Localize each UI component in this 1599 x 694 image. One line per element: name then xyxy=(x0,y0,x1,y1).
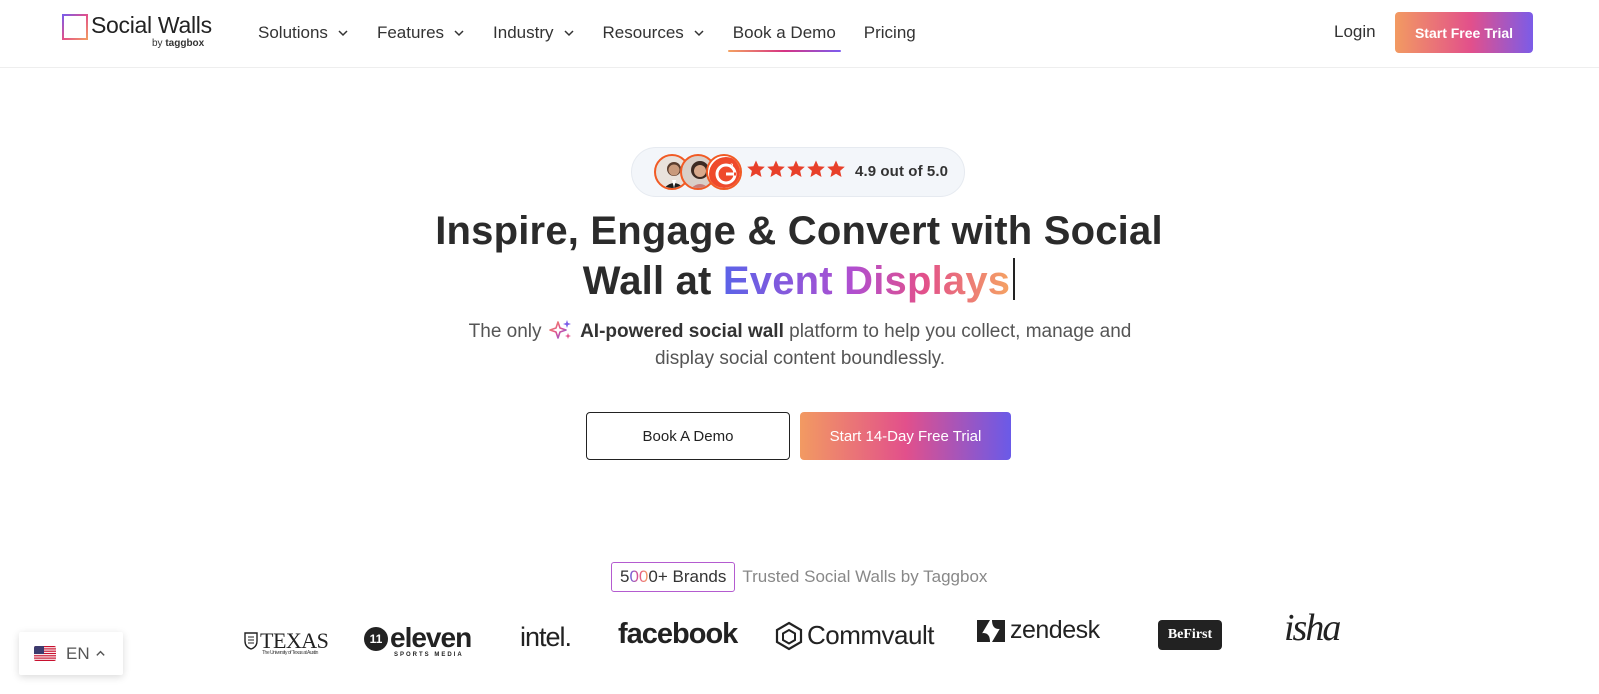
brand-logos-row: TEXAS The University of Texas at Austin … xyxy=(0,606,1599,662)
hero-sub-bold: AI-powered social wall xyxy=(580,321,784,342)
us-flag-icon xyxy=(34,646,56,661)
star-icon xyxy=(827,160,845,177)
hero-subtitle: The only AI-powered social wall platform… xyxy=(450,318,1150,372)
rating-badge: 2 4.9 out of 5.0 xyxy=(631,147,965,197)
nav-pricing[interactable]: Pricing xyxy=(864,0,916,66)
social-walls-logo[interactable]: Social Walls by taggbox xyxy=(62,12,222,52)
intel-logo: intel. xyxy=(520,622,572,652)
chevron-down-icon xyxy=(563,30,574,37)
eleven-mark: 11 xyxy=(364,627,388,651)
zendesk-mark-icon xyxy=(977,619,1005,642)
nav-industry[interactable]: Industry xyxy=(493,0,574,66)
star-rating xyxy=(746,159,846,179)
top-navigation: Social Walls by taggbox Solutions Featur… xyxy=(0,0,1599,68)
logo-mark-icon xyxy=(62,14,88,40)
start-free-trial-button[interactable]: Start Free Trial xyxy=(1395,12,1533,53)
chevron-up-icon xyxy=(95,650,105,656)
language-code: EN xyxy=(66,643,90,663)
befirst-logo: BeFirst xyxy=(1158,620,1222,650)
nav-features[interactable]: Features xyxy=(377,0,465,66)
nav-features-label: Features xyxy=(376,23,445,42)
g2-badge: 2 xyxy=(706,154,742,190)
hero-sub-pre: The only xyxy=(468,321,542,342)
nav-solutions[interactable]: Solutions xyxy=(258,0,349,66)
logo-parent: taggbox xyxy=(165,38,205,49)
commvault-hex-icon xyxy=(775,621,803,650)
ai-sparkle-icon xyxy=(548,320,571,339)
login-link[interactable]: Login xyxy=(1334,22,1376,42)
chevron-down-icon xyxy=(338,30,348,37)
brand-count-rest: 0+ Brands xyxy=(648,567,727,586)
nav-links: Solutions Features Industry Resources Bo… xyxy=(258,0,944,66)
eleven-logo-sub: SPORTS MEDIA xyxy=(394,652,464,658)
g2-logo-icon: 2 xyxy=(709,157,740,188)
star-icon xyxy=(747,160,765,177)
star-icon xyxy=(807,160,825,177)
hero-title-highlight: Event Displays xyxy=(722,259,1011,303)
typing-cursor xyxy=(1013,258,1016,300)
texas-logo: TEXAS The University of Texas at Austin xyxy=(244,628,329,656)
rating-score: 4.9 out of 5.0 xyxy=(855,163,949,180)
language-switcher[interactable]: EN xyxy=(19,632,123,675)
logo-byline: by taggbox xyxy=(152,38,204,49)
brand-count-badge: 5000+ Brands xyxy=(611,562,736,592)
zendesk-logo-text: zendesk xyxy=(1010,616,1100,644)
star-icon xyxy=(787,160,805,177)
hero-title: Inspire, Engage & Convert with Social Wa… xyxy=(399,206,1199,306)
texas-logo-sub: The University of Texas at Austin xyxy=(262,650,318,656)
book-a-demo-button[interactable]: Book A Demo xyxy=(586,412,790,460)
commvault-logo: Commvault xyxy=(775,620,934,651)
nav-industry-label: Industry xyxy=(493,23,554,42)
zendesk-logo: zendesk xyxy=(976,616,1100,645)
star-icon xyxy=(767,160,785,177)
commvault-logo-text: Commvault xyxy=(807,620,934,650)
nav-book-demo-label: Book a Demo xyxy=(732,23,836,42)
trusted-brands: 5000+ Brands Trusted Social Walls by Tag… xyxy=(611,561,987,593)
logo-name: Social Walls xyxy=(91,12,212,38)
shield-icon xyxy=(244,632,258,650)
nav-solutions-label: Solutions xyxy=(258,23,328,42)
logo-by: by xyxy=(152,38,163,49)
start-14-day-trial-button[interactable]: Start 14-Day Free Trial xyxy=(800,412,1011,460)
nav-book-demo[interactable]: Book a Demo xyxy=(727,0,841,66)
isha-logo: isha xyxy=(1284,607,1341,649)
chevron-down-icon xyxy=(694,30,704,37)
brand-count-highlight: 00 xyxy=(629,567,649,586)
nav-resources-label: Resources xyxy=(602,23,684,42)
chevron-down-icon xyxy=(454,30,464,37)
nav-pricing-label: Pricing xyxy=(863,23,916,42)
trusted-text: Trusted Social Walls by Taggbox xyxy=(742,567,988,586)
eleven-logo-text: eleven xyxy=(390,622,472,653)
nav-resources[interactable]: Resources xyxy=(603,0,705,66)
eleven-sports-logo: 11 eleven SPORTS MEDIA xyxy=(364,622,472,658)
facebook-logo: facebook xyxy=(618,618,738,650)
